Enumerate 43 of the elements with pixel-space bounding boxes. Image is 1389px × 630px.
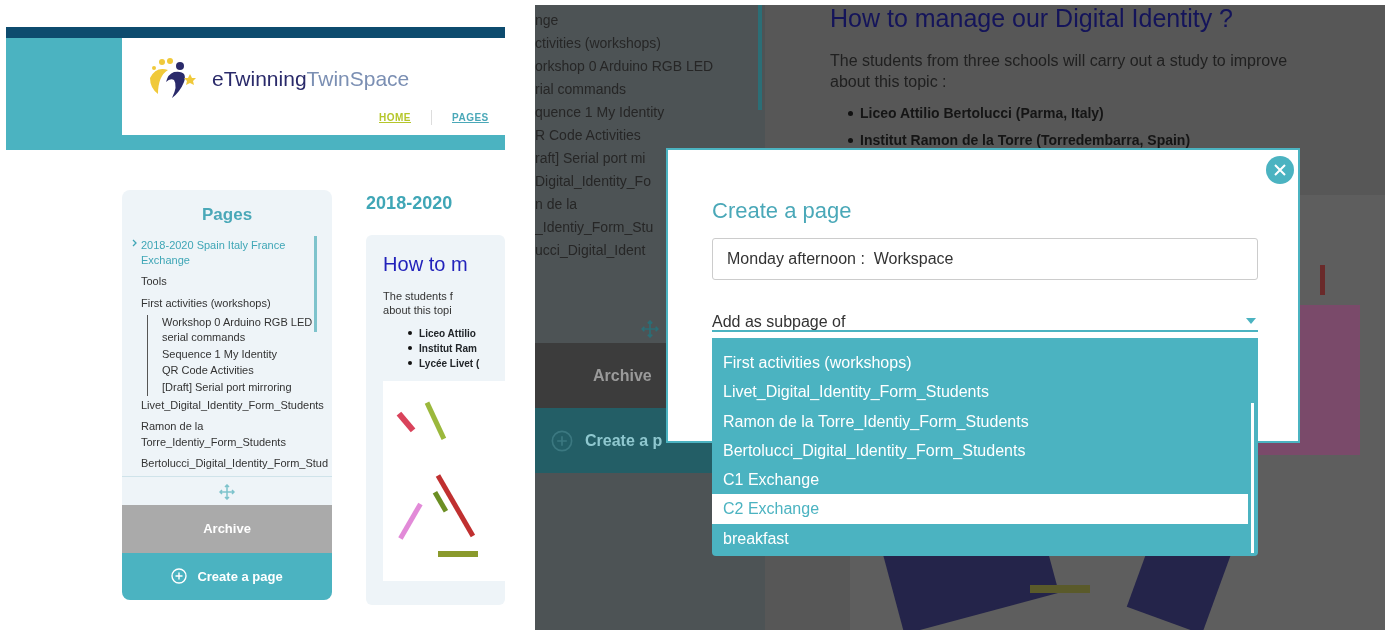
page-heading: 2018-2020: [366, 192, 454, 215]
chevron-icon: [132, 238, 137, 247]
close-icon: [1274, 164, 1286, 176]
school-item: Institut Ramon de la Torre (Torredembarra, Spain): [860, 130, 1191, 150]
dropdown-option[interactable]: C2 Exchange: [712, 494, 1248, 524]
caret-icon: [1246, 318, 1256, 324]
dropdown-option[interactable]: breakfast: [712, 523, 1248, 554]
bullet-icon: [408, 346, 413, 351]
subpage-item[interactable]: [Draft] Serial port mirroring: [162, 379, 324, 396]
page-name-field[interactable]: Monday afternoon : Workspace: [712, 238, 1258, 280]
archive-button[interactable]: Archive: [122, 505, 333, 553]
page-item-label: 2018-2020 Spain Italy France Exchange: [141, 238, 286, 266]
dialog-title: Create a page: [712, 197, 852, 225]
article-title: How to m: [383, 252, 469, 277]
bullet-icon: [848, 110, 853, 116]
nav-link[interactable]: PAGES: [432, 110, 505, 125]
scrollbar[interactable]: [758, 5, 762, 110]
logo-text: eTwinningTwinSpace: [212, 66, 410, 93]
subpage-item[interactable]: Sequence 1 My Identity: [162, 346, 324, 364]
plus-circle-icon: [171, 568, 188, 585]
bullet-icon: [408, 331, 413, 336]
subpage-item[interactable]: QR Code Activities: [162, 363, 324, 380]
page-item[interactable]: First activities (workshops): [141, 293, 324, 316]
sidebar-title: Pages: [201, 204, 254, 226]
school-item: Liceo Attilio Bertolucci (Parma, Italy): [860, 103, 1104, 123]
school-item: Institut Ram: [419, 341, 477, 356]
page-item[interactable]: Tools: [141, 272, 324, 294]
close-button[interactable]: [1266, 156, 1294, 184]
bullet-icon: [408, 361, 413, 366]
article-title: How to manage our Digital Identity ?: [830, 5, 1234, 34]
school-item: Lycée Livet (: [419, 356, 480, 371]
scrollbar[interactable]: [314, 235, 318, 332]
nav-link[interactable]: HOME: [359, 110, 432, 125]
create-page-button[interactable]: Create a page: [122, 552, 333, 600]
plus-circle-icon: [551, 429, 573, 452]
page-item-row[interactable]: 2018-2020 Spain Italy France Exchange: [141, 235, 324, 273]
page-item[interactable]: Livet_Digital_Identity_Form_Students: [141, 396, 324, 418]
school-item: Liceo Attilio: [419, 326, 476, 341]
intro-text: The students f about this topi: [383, 289, 454, 318]
page-item[interactable]: Ramon de la Torre_Identiy_Form_Students: [141, 417, 324, 455]
bullet-icon: [848, 137, 853, 143]
scrollbar[interactable]: [1251, 403, 1254, 553]
subpage-item[interactable]: Workshop 0 Arduino RGB LED serial commands: [162, 315, 324, 347]
